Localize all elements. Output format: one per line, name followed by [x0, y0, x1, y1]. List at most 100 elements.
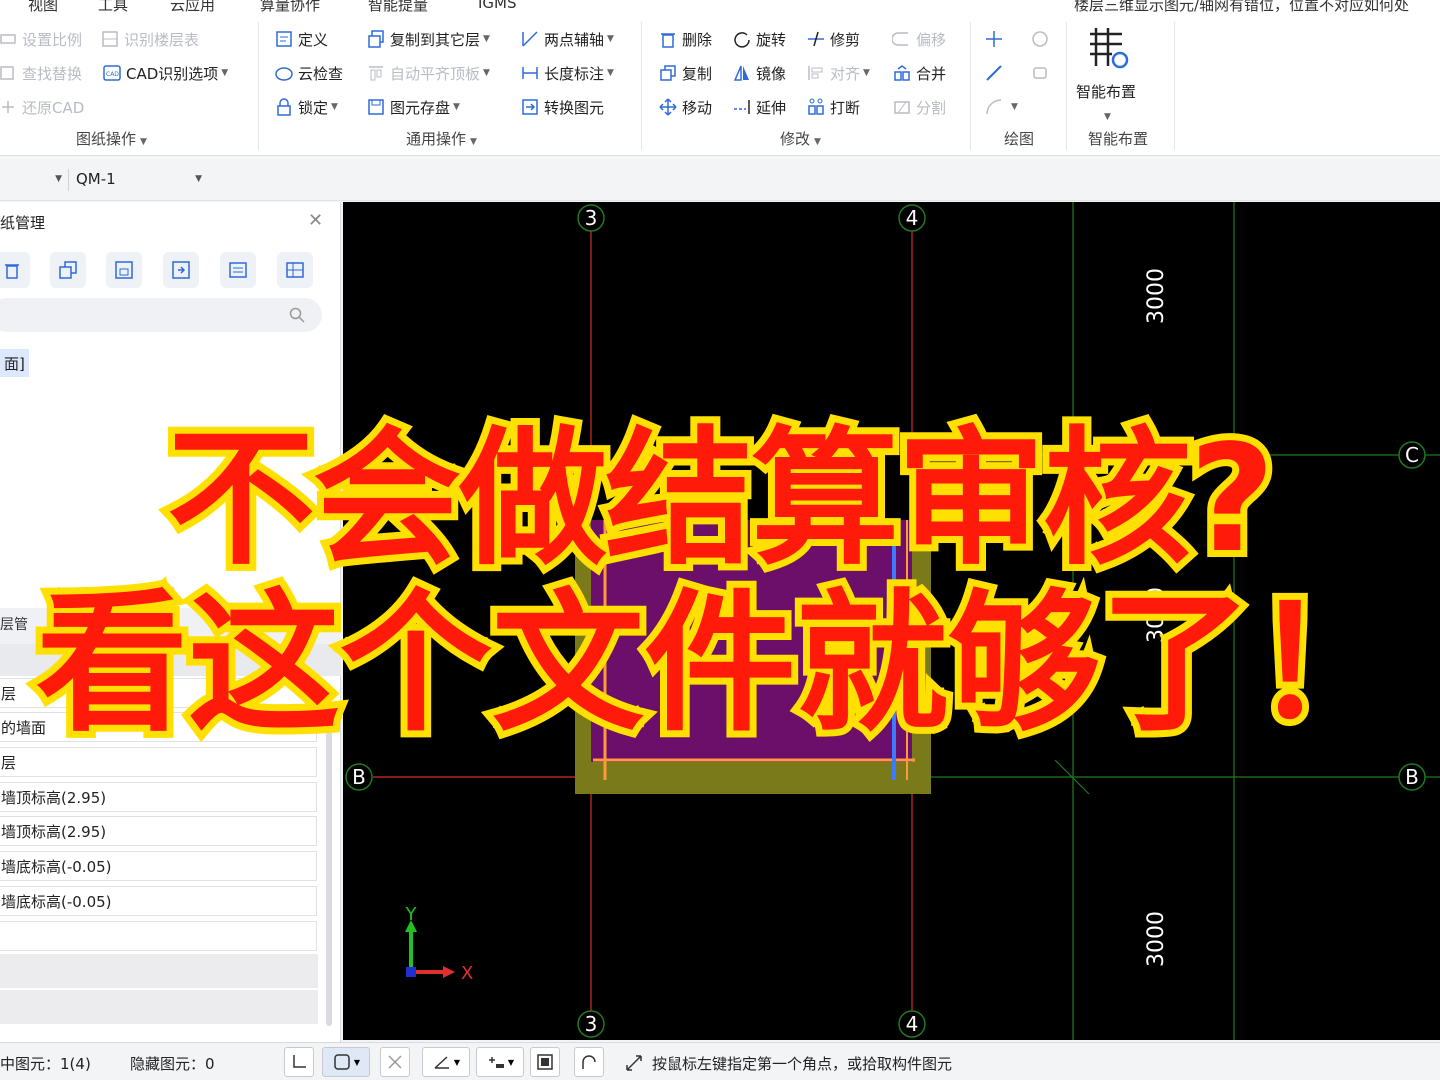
draw-circle-button[interactable] — [1030, 26, 1054, 52]
search-icon — [289, 307, 305, 323]
define-button[interactable]: 定义 — [274, 26, 328, 52]
dynamic-input-toggle[interactable]: ▼ — [476, 1047, 524, 1077]
floor-table-label: 识别楼层表 — [124, 30, 200, 49]
panel-search-input[interactable] — [0, 298, 322, 332]
cad-options-button[interactable]: CAD CAD识别选项 ▼ — [102, 60, 228, 86]
mirror-button[interactable]: 镜像 — [732, 60, 786, 86]
panel-list-button[interactable] — [220, 252, 256, 288]
chevron-down-icon: ▼ — [195, 174, 202, 184]
snap-toggle[interactable]: ▼ — [322, 1047, 370, 1077]
menu-view[interactable]: 视图 — [28, 0, 58, 14]
move-button[interactable]: 移动 — [658, 94, 712, 120]
panel-title: 纸管理 — [0, 214, 46, 232]
group-drawing-ops[interactable]: 图纸操作 ▼ — [76, 128, 147, 149]
ribbon-separator — [1174, 22, 1175, 150]
two-point-axis-button[interactable]: 两点辅轴 ▼ — [520, 26, 614, 52]
panel-delete-button[interactable] — [0, 252, 30, 288]
find-replace-icon — [0, 63, 18, 83]
panel-scrollbar[interactable] — [326, 686, 332, 1026]
group-drawing-ops-label: 图纸操作 — [76, 130, 137, 148]
break-icon — [806, 97, 826, 117]
align-top-icon — [366, 63, 386, 83]
offset-button[interactable]: 偏移 — [891, 26, 946, 52]
menu-smart-quantity[interactable]: 智能提量 — [368, 0, 428, 14]
ortho-toggle[interactable] — [284, 1047, 314, 1077]
set-scale-button[interactable]: 设置比例 — [0, 26, 82, 52]
angle-toggle[interactable]: ▼ — [422, 1047, 470, 1077]
drawing-canvas[interactable]: 3 4 3 4 B C B 3000 3000 3000 Y X — [343, 202, 1440, 1040]
status-bar: 中图元：1(4) 隐藏图元：0 ▼ ▼ ▼ 按鼠标左键指定第一个角点，或拾取构件… — [0, 1042, 1440, 1080]
menu-igms[interactable]: IGMS — [478, 0, 517, 12]
panel-export-button[interactable] — [163, 252, 199, 288]
panel-copy-button[interactable] — [50, 252, 86, 288]
smart-layout-icon[interactable] — [1086, 26, 1132, 72]
property-row[interactable]: 层 — [0, 747, 317, 777]
drawing-tree-item[interactable]: 面] — [0, 349, 29, 377]
length-dim-button[interactable]: 长度标注 ▼ — [520, 60, 614, 86]
component-select-value: QM-1 — [76, 170, 116, 188]
property-row[interactable]: 层 — [0, 678, 317, 708]
cross-toggle[interactable] — [380, 1047, 410, 1077]
break-button[interactable]: 打断 — [806, 94, 860, 120]
cad-options-label: CAD识别选项 — [126, 64, 219, 83]
property-row-empty[interactable] — [0, 921, 317, 951]
trim-button[interactable]: 修剪 — [806, 26, 860, 52]
draw-line-button[interactable] — [984, 60, 1008, 86]
align-top-button[interactable]: 自动平齐顶板 ▼ — [366, 60, 490, 86]
split-button[interactable]: 分割 — [892, 94, 946, 120]
convert-element-button[interactable]: 转换图元 — [520, 94, 604, 120]
component-type-select[interactable]: ▼ — [0, 165, 66, 193]
top-notice[interactable]: 楼层三维显示图元/轴网有错位，位置不对应如何处 — [1074, 0, 1409, 14]
restore-cad-button[interactable]: 还原CAD — [0, 94, 84, 120]
menu-tools[interactable]: 工具 — [98, 0, 128, 14]
draw-arc-button[interactable]: ▼ — [984, 94, 1018, 120]
cloud-check-button[interactable]: 云检查 — [274, 60, 343, 86]
smart-layout-dropdown[interactable]: ▼ — [1104, 104, 1111, 130]
copy-layer-icon — [366, 29, 386, 49]
panel-import-button[interactable] — [106, 252, 142, 288]
rotate-button[interactable]: 旋转 — [732, 26, 786, 52]
lock-button[interactable]: 锁定 ▼ — [274, 94, 338, 120]
merge-button[interactable]: 合并 — [892, 60, 946, 86]
delete-button[interactable]: 删除 — [658, 26, 712, 52]
ortho-icon — [293, 1055, 306, 1068]
property-row[interactable]: 墙顶标高(2.95) — [0, 782, 317, 812]
smart-layout-button[interactable]: 智能布置 — [1076, 78, 1136, 104]
property-row[interactable]: 墙顶标高(2.95) — [0, 816, 317, 846]
close-icon[interactable]: ✕ — [308, 210, 323, 231]
property-row[interactable]: 墙底标高(-0.05) — [0, 886, 317, 916]
length-dim-icon — [520, 63, 540, 83]
group-modify[interactable]: 修改 ▼ — [780, 128, 821, 149]
save-element-button[interactable]: 图元存盘 ▼ — [366, 94, 460, 120]
property-row[interactable]: 的墙面 — [0, 712, 317, 742]
copy-button[interactable]: 复制 — [658, 60, 712, 86]
rotate-icon — [732, 29, 752, 49]
group-common-ops[interactable]: 通用操作 ▼ — [406, 128, 477, 149]
axis-label-b-right: B — [1405, 765, 1419, 789]
break-label: 打断 — [830, 98, 861, 117]
split-icon — [892, 97, 912, 117]
hidden-count: 隐藏图元：0 — [130, 1055, 215, 1073]
property-row[interactable]: 墙底标高(-0.05) — [0, 851, 317, 881]
arc-toggle[interactable] — [574, 1047, 604, 1077]
panel-settings-button[interactable] — [277, 252, 313, 288]
mirror-icon — [732, 63, 752, 83]
menu-cloud[interactable]: 云应用 — [170, 0, 215, 14]
display-toggle[interactable] — [530, 1047, 560, 1077]
extend-button[interactable]: 延伸 — [732, 94, 786, 120]
menu-collab[interactable]: 算量协作 — [260, 0, 320, 14]
align-button[interactable]: 对齐 ▼ — [806, 60, 870, 86]
find-replace-button[interactable]: 查找替换 — [0, 60, 82, 86]
point-icon — [984, 29, 1004, 49]
ribbon-separator — [258, 22, 259, 150]
selected-count: 中图元：1(4) — [0, 1055, 91, 1073]
component-select[interactable]: QM-1 ▼ — [76, 165, 208, 193]
layer-manager-header[interactable]: 层管 — [0, 608, 341, 644]
cad-drawing[interactable]: 3 4 3 4 B C B 3000 3000 3000 Y X — [343, 202, 1440, 1040]
copy-to-layer-button[interactable]: 复制到其它层 ▼ — [366, 26, 490, 52]
property-row-empty — [0, 990, 318, 1024]
split-label: 分割 — [916, 98, 947, 117]
draw-point-button[interactable] — [984, 26, 1008, 52]
draw-rect-button[interactable] — [1030, 60, 1054, 86]
floor-table-button[interactable]: 识别楼层表 — [100, 26, 199, 52]
